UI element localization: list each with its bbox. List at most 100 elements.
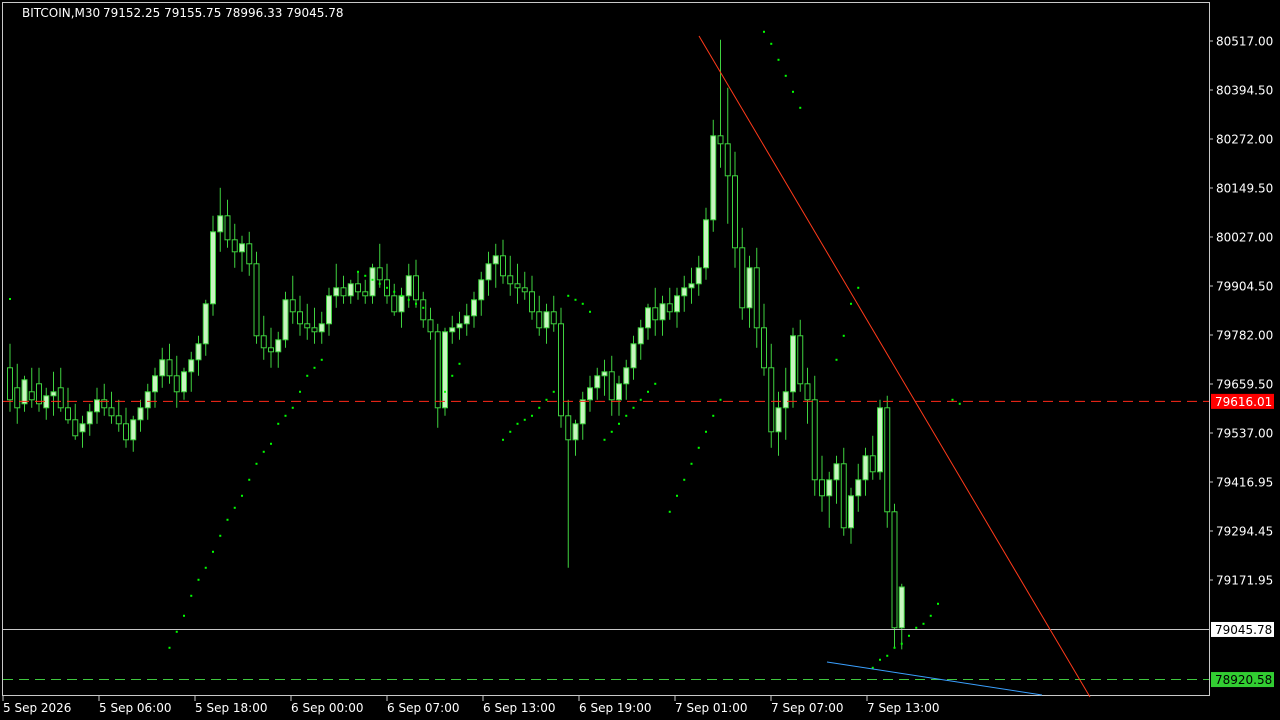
candle-body — [86, 411, 93, 425]
sar-dot — [400, 294, 403, 297]
y-tick-label: 80027.00 — [1216, 231, 1273, 245]
green-level-label: 78920.58 — [1215, 673, 1272, 687]
candle-body — [811, 399, 818, 481]
candle-body — [666, 303, 673, 313]
candle-body — [471, 299, 477, 317]
candle-body — [732, 175, 738, 249]
sar-dot — [422, 306, 425, 309]
sar-dot — [291, 406, 294, 409]
sar-dot — [654, 382, 657, 385]
candle-body — [819, 479, 825, 497]
sar-dot — [777, 58, 780, 61]
candle-body — [869, 455, 876, 473]
candle-body — [507, 275, 514, 285]
candle-body — [253, 263, 260, 337]
candle-body — [659, 303, 666, 321]
sar-dot — [893, 646, 896, 649]
sar-dot — [241, 494, 243, 497]
price-chart[interactable]: BITCOIN,M30 79152.25 79155.75 78996.33 7… — [0, 0, 1280, 720]
sar-dot — [415, 302, 417, 305]
candle-body — [790, 335, 796, 393]
sar-dot — [284, 414, 287, 417]
candle-body — [311, 327, 318, 333]
sar-dot — [364, 274, 367, 277]
sar-dot — [386, 286, 388, 289]
sar-dot — [277, 422, 280, 425]
symbol-title: BITCOIN,M30 — [22, 6, 100, 20]
candle — [884, 395, 891, 528]
sar-dot — [458, 362, 461, 365]
candle-body — [405, 275, 412, 297]
sar-dot — [676, 494, 678, 497]
candle-body — [231, 239, 238, 253]
candle-body — [572, 423, 579, 441]
sar-dot — [168, 646, 171, 649]
sar-dot — [886, 654, 889, 657]
y-tick-label: 80149.50 — [1216, 182, 1273, 196]
candle-body — [65, 407, 71, 421]
sar-dot — [262, 450, 265, 453]
candle-body — [645, 307, 651, 329]
sar-dot — [306, 374, 309, 377]
candle-body — [268, 347, 274, 353]
candle-body — [173, 375, 180, 393]
candle-body — [601, 371, 608, 377]
candle-body — [681, 287, 688, 297]
candle-body — [159, 359, 166, 377]
candle-body — [739, 247, 746, 309]
sar-dot — [255, 462, 258, 465]
y-tick-label: 79171.95 — [1216, 574, 1273, 588]
sar-dot — [502, 438, 504, 441]
sar-dot — [900, 642, 903, 645]
sar-dot — [639, 398, 642, 401]
sar-dot — [929, 614, 932, 617]
candle — [558, 307, 564, 428]
y-tick-label: 79782.00 — [1216, 329, 1273, 343]
sar-dot — [915, 626, 918, 629]
candle-body — [137, 407, 144, 421]
candle-body — [224, 215, 231, 241]
candle-body — [782, 391, 789, 409]
sar-dot — [958, 402, 961, 405]
candle-body — [746, 267, 753, 309]
price-label-red: 79616.01 — [1211, 393, 1274, 409]
sar-dot — [712, 414, 715, 417]
y-tick-label: 80394.50 — [1216, 84, 1273, 98]
candle-body — [848, 495, 854, 529]
chart-header: BITCOIN,M30 79152.25 79155.75 78996.33 7… — [22, 6, 343, 20]
sar-dot — [792, 90, 794, 93]
candle-body — [188, 359, 195, 373]
sar-dot — [690, 462, 693, 465]
candle-body — [57, 387, 64, 409]
candle-body — [616, 383, 622, 401]
sar-dot — [589, 310, 591, 313]
candle — [710, 119, 717, 232]
ohlc-values: 79152.25 79155.75 78996.33 79045.78 — [103, 6, 343, 20]
candle-body — [862, 455, 869, 481]
candle-body — [7, 367, 13, 401]
sar-dot — [531, 414, 533, 417]
candle-body — [500, 255, 506, 277]
candle-body — [840, 463, 847, 529]
sar-dot — [835, 358, 838, 361]
candle-body — [579, 399, 586, 425]
sar-dot — [581, 302, 584, 305]
sar-dot — [357, 270, 359, 273]
red-level-label: 79616.01 — [1215, 395, 1272, 409]
sar-dot — [299, 390, 301, 393]
x-tick-label: 5 Sep 06:00 — [99, 701, 171, 715]
candle-body — [550, 311, 557, 325]
candle-body — [717, 135, 724, 145]
sar-dot — [705, 430, 707, 433]
candle-body — [492, 255, 499, 265]
sar-dot — [618, 422, 620, 425]
candle-body — [833, 463, 840, 481]
candle-body — [282, 299, 289, 341]
candle-body — [761, 327, 767, 369]
sar-dot — [378, 282, 381, 285]
y-tick-label: 79659.50 — [1216, 378, 1273, 392]
price-label-current: 79045.78 — [1211, 621, 1274, 637]
x-tick-label: 6 Sep 07:00 — [387, 701, 459, 715]
candle-body — [753, 267, 760, 329]
candle-body — [304, 323, 311, 329]
